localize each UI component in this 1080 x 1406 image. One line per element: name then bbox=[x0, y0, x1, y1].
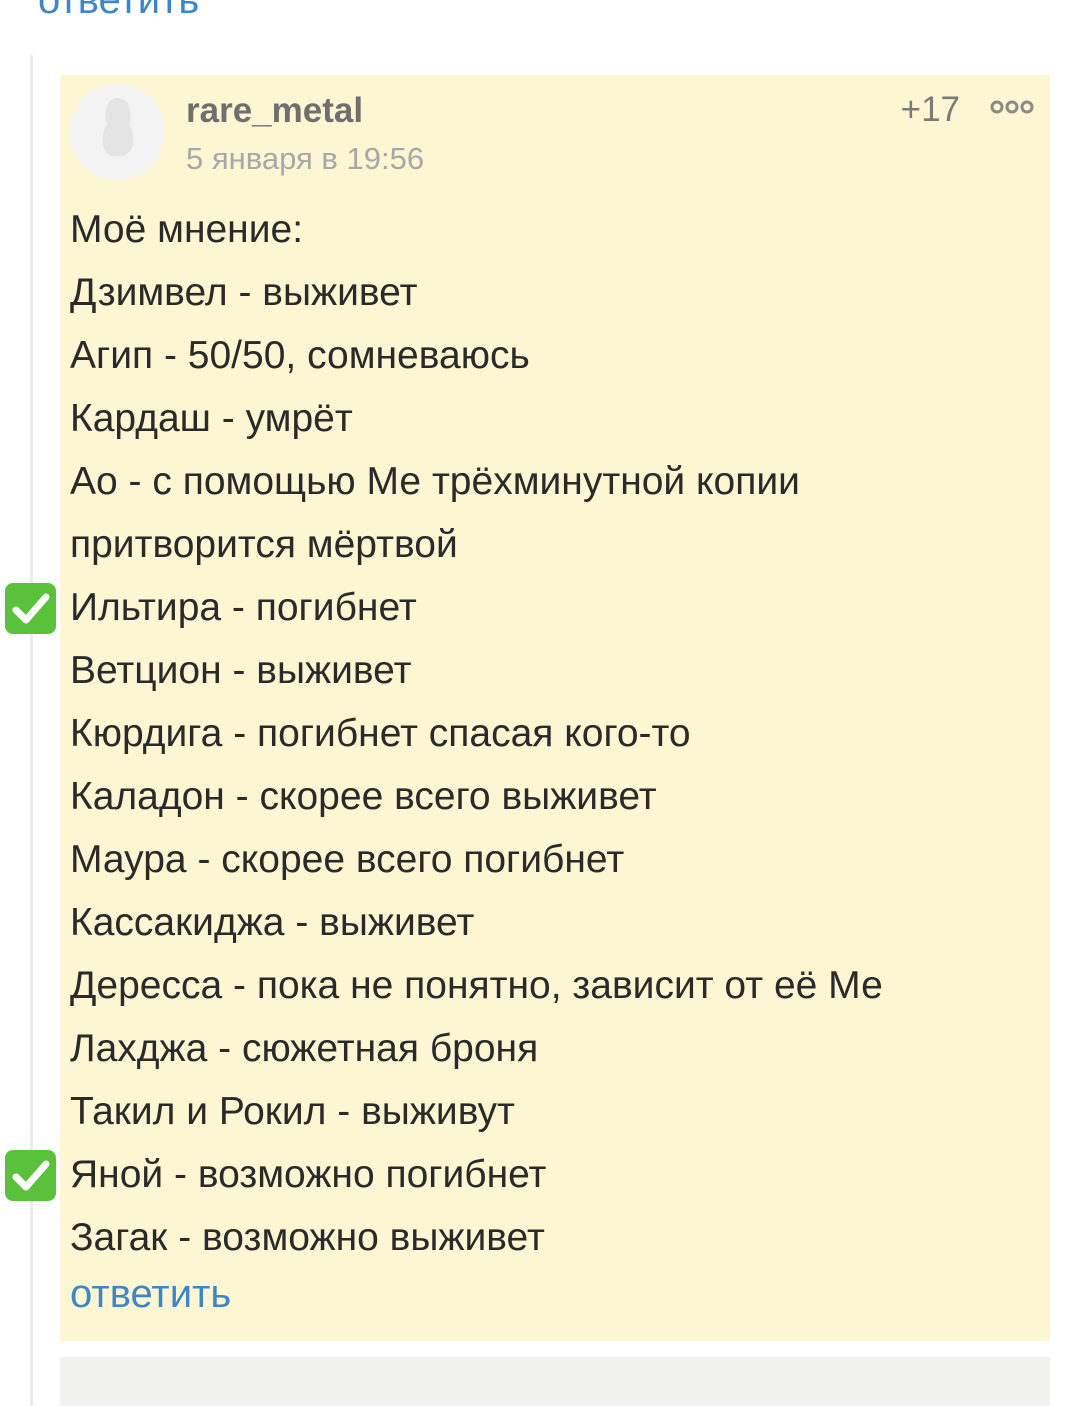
comment-date[interactable]: 5 января в 19:56 bbox=[186, 141, 424, 177]
comment-line: Лахджа - сюжетная броня bbox=[70, 1027, 539, 1070]
comment-line: Дзимвел - выживет bbox=[70, 271, 418, 314]
comment-line: Ветцион - выживет bbox=[70, 649, 412, 692]
comment-score: +17 bbox=[900, 90, 960, 129]
next-comment-block bbox=[60, 1357, 1050, 1406]
comment-line: Кардаш - умрёт bbox=[70, 397, 353, 440]
comment-line: Агип - 50/50, сомневаюсь bbox=[70, 334, 530, 377]
avatar[interactable] bbox=[69, 84, 165, 180]
comment-line: Дересса - пока не понятно, зависит от её… bbox=[70, 964, 883, 1007]
reply-link[interactable]: ответить bbox=[70, 1272, 231, 1317]
comment-author[interactable]: rare_metal bbox=[186, 91, 363, 131]
comment-body: Моё мнение: Дзимвел - выживет Агип - 50/50… bbox=[70, 198, 1040, 1269]
check-mark-icon bbox=[5, 583, 56, 634]
comment-line: Кассакиджа - выживет bbox=[70, 901, 475, 944]
comment-card: rare_metal 5 января в 19:56 +17 Моё мнен… bbox=[60, 75, 1050, 1341]
thread-indent-line bbox=[30, 55, 33, 1406]
comment-line: притворится мёртвой bbox=[70, 523, 458, 566]
comments-page: ответить rare_metal 5 января в 19:56 +17… bbox=[0, 0, 1080, 1406]
more-dots-icon[interactable] bbox=[990, 93, 1034, 123]
comment-line: Кюрдига - погибнет спасая кого-то bbox=[70, 712, 691, 755]
comment-line: Ао - с помощью Ме трёхминутной копии bbox=[70, 460, 800, 503]
check-mark-icon bbox=[5, 1150, 56, 1201]
avatar-silhouette-icon bbox=[69, 84, 165, 180]
comment-line: Ильтира - погибнет bbox=[70, 586, 417, 629]
comment-line: Каладон - скорее всего выживет bbox=[70, 775, 657, 818]
comment-line: Моё мнение: bbox=[70, 208, 304, 251]
comment-line: Загак - возможно выживет bbox=[70, 1216, 545, 1259]
comment-line: Такил и Рокил - выживут bbox=[70, 1090, 515, 1133]
comment-line: Яной - возможно погибнет bbox=[70, 1153, 547, 1196]
previous-comment-reply-link[interactable]: ответить bbox=[38, 0, 199, 23]
comment-line: Маура - скорее всего погибнет bbox=[70, 838, 625, 881]
